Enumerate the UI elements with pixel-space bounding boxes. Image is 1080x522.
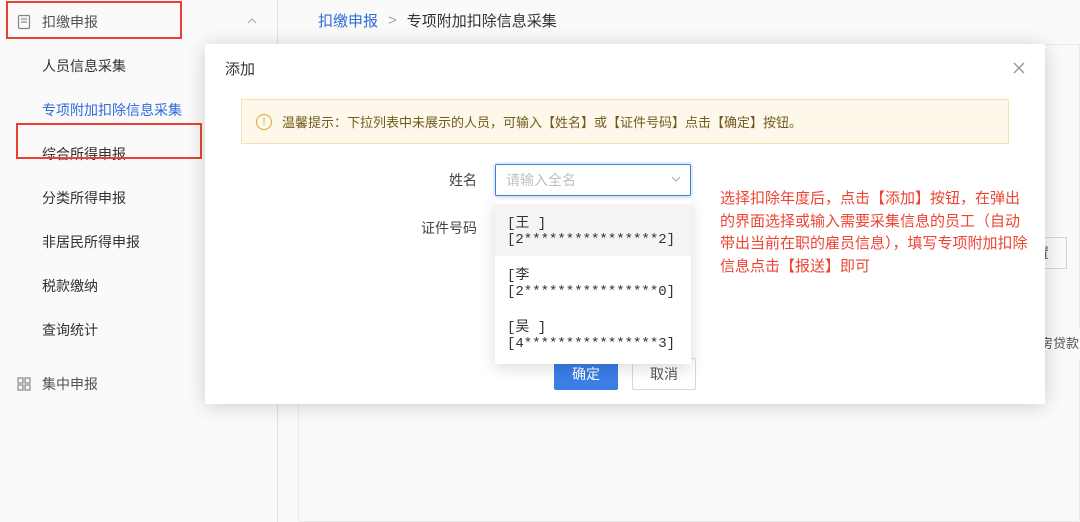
modal-overlay: 添加 ! 温馨提示：下拉列表中未展示的人员，可输入【姓名】或【证件号码】点击【确… xyxy=(0,0,1080,522)
modal-title: 添加 xyxy=(205,44,1045,93)
tip-text: 温馨提示：下拉列表中未展示的人员，可输入【姓名】或【证件号码】点击【确定】按钮。 xyxy=(282,112,802,131)
name-dropdown: [王 ][2****************2] [李 [2**********… xyxy=(495,200,691,364)
name-label: 姓名 xyxy=(245,170,495,190)
modal-form: 姓名 [王 ][2****************2] [李 [2*******… xyxy=(205,164,1045,238)
add-modal: 添加 ! 温馨提示：下拉列表中未展示的人员，可输入【姓名】或【证件号码】点击【确… xyxy=(205,44,1045,404)
dropdown-option[interactable]: [王 ][2****************2] xyxy=(495,204,691,256)
chevron-down-icon xyxy=(669,172,683,186)
tip-box: ! 温馨提示：下拉列表中未展示的人员，可输入【姓名】或【证件号码】点击【确定】按… xyxy=(241,99,1009,144)
dropdown-option[interactable]: [吴 ][4****************3] xyxy=(495,308,691,360)
id-label: 证件号码 xyxy=(245,218,495,238)
info-icon: ! xyxy=(256,114,272,130)
dropdown-option[interactable]: [李 [2****************0] xyxy=(495,256,691,308)
name-select[interactable]: [王 ][2****************2] [李 [2**********… xyxy=(495,164,691,196)
name-input[interactable] xyxy=(495,164,691,196)
close-icon[interactable] xyxy=(1007,56,1031,80)
